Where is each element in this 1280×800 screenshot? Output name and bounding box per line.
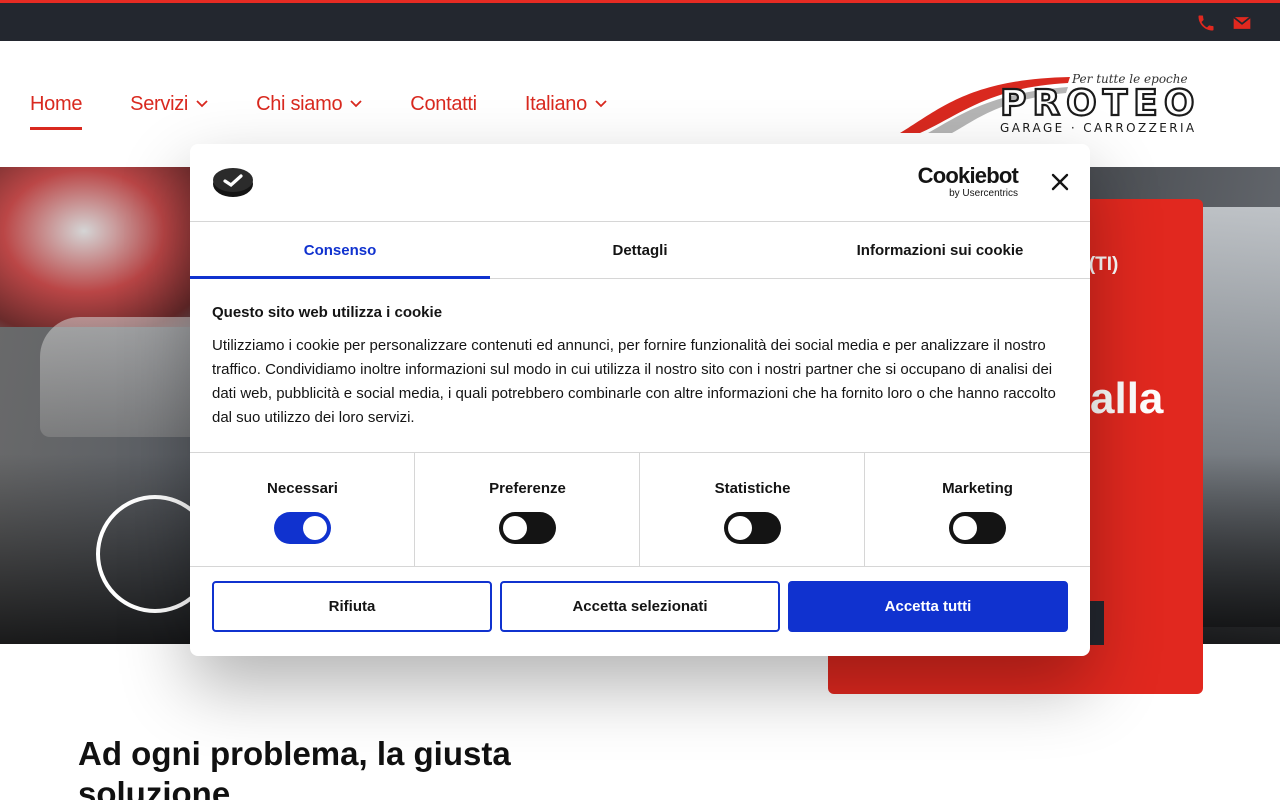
tab-informazioni[interactable]: Informazioni sui cookie bbox=[790, 222, 1090, 278]
nav-item-chi-siamo[interactable]: Chi siamo bbox=[256, 93, 362, 116]
reject-button[interactable]: Rifiuta bbox=[212, 581, 492, 632]
cookie-dialog-body: Questo sito web utilizza i cookie Utiliz… bbox=[212, 304, 1068, 430]
cookie-description: Utilizziamo i cookie per personalizzare … bbox=[212, 337, 1056, 426]
cookiebot-logo-icon bbox=[213, 168, 253, 197]
accept-selected-button[interactable]: Accetta selezionati bbox=[500, 581, 780, 632]
chevron-down-icon bbox=[350, 100, 362, 108]
envelope-icon[interactable] bbox=[1232, 13, 1252, 33]
cookie-dialog-header: Cookiebot by Usercentrics bbox=[190, 144, 1090, 222]
preferenze-switch[interactable] bbox=[499, 512, 556, 544]
card-heading: alla bbox=[1090, 374, 1164, 423]
toggle-statistiche: Statistiche bbox=[640, 453, 865, 567]
logo-name: PROTEO bbox=[1000, 83, 1200, 124]
toggle-label: Necessari bbox=[267, 480, 338, 497]
switch-knob bbox=[303, 516, 327, 540]
nav-label: Servizi bbox=[130, 92, 189, 115]
cookie-category-toggles: Necessari Preferenze Statistiche Marketi… bbox=[190, 452, 1090, 567]
cookie-consent-dialog: Cookiebot by Usercentrics Consenso Detta… bbox=[190, 144, 1090, 656]
nav-label: Chi siamo bbox=[256, 92, 343, 115]
close-icon[interactable] bbox=[1050, 172, 1070, 192]
switch-knob bbox=[953, 516, 977, 540]
nav-item-contatti[interactable]: Contatti bbox=[410, 93, 477, 116]
marketing-switch[interactable] bbox=[949, 512, 1006, 544]
cookie-title: Questo sito web utilizza i cookie bbox=[212, 304, 443, 321]
chevron-down-icon bbox=[595, 100, 607, 108]
phone-icon[interactable] bbox=[1196, 13, 1216, 33]
cookie-actions: Rifiuta Accetta selezionati Accetta tutt… bbox=[212, 581, 1068, 633]
nav-item-home[interactable]: Home bbox=[30, 92, 83, 130]
cookiebot-brand-sub: by Usercentrics bbox=[949, 188, 1018, 199]
chevron-down-icon bbox=[196, 100, 208, 108]
tab-dettagli[interactable]: Dettagli bbox=[490, 222, 790, 278]
cookiebot-brand[interactable]: Cookiebot by Usercentrics bbox=[914, 163, 1019, 200]
section-title: Ad ogni problema, la giusta soluzione bbox=[78, 735, 511, 800]
nav-item-language[interactable]: Italiano bbox=[525, 93, 607, 116]
cookiebot-brand-name: Cookiebot bbox=[917, 163, 1019, 188]
logo-subtitle: GARAGE · CARROZZERIA bbox=[1000, 121, 1197, 135]
hero-image-detail bbox=[0, 167, 210, 327]
switch-knob bbox=[503, 516, 527, 540]
nav-label: Contatti bbox=[410, 92, 477, 115]
nav-label: Italiano bbox=[524, 92, 587, 115]
nav-item-servizi[interactable]: Servizi bbox=[130, 93, 208, 116]
toggle-label: Statistiche bbox=[714, 480, 791, 497]
top-utility-bar bbox=[0, 0, 1280, 41]
tab-consenso[interactable]: Consenso bbox=[190, 222, 490, 279]
toggle-marketing: Marketing bbox=[865, 453, 1090, 567]
toggle-preferenze: Preferenze bbox=[415, 453, 640, 567]
necessari-switch[interactable] bbox=[274, 512, 331, 544]
accept-all-button[interactable]: Accetta tutti bbox=[788, 581, 1068, 632]
proteo-logo[interactable]: Per tutte le epoche PROTEO GARAGE · CARR… bbox=[900, 69, 1250, 139]
toggle-necessari: Necessari bbox=[190, 453, 415, 567]
nav-label: Home bbox=[30, 92, 83, 115]
switch-knob bbox=[728, 516, 752, 540]
statistiche-switch[interactable] bbox=[724, 512, 781, 544]
toggle-label: Preferenze bbox=[489, 480, 566, 497]
toggle-label: Marketing bbox=[942, 480, 1013, 497]
cookie-tabs: Consenso Dettagli Informazioni sui cooki… bbox=[190, 222, 1090, 279]
